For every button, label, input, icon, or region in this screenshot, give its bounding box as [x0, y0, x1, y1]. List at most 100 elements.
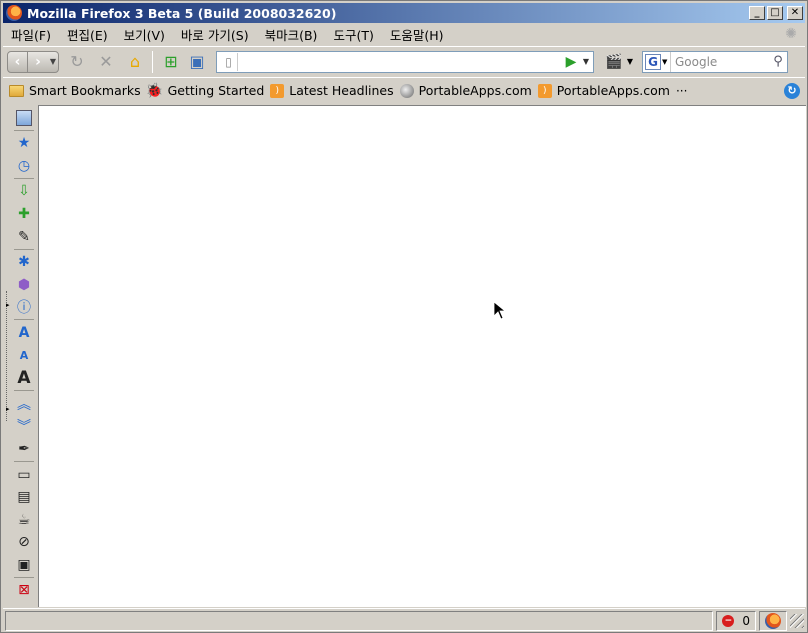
title-bar[interactable]: Mozilla Firefox 3 Beta 5 (Build 20080326…: [3, 3, 805, 23]
bookmarks-overflow-button[interactable]: ···: [676, 84, 687, 98]
page-icon[interactable]: ▯: [220, 52, 238, 71]
search-icon[interactable]: ⚲: [769, 54, 787, 69]
menu-help[interactable]: 도움말(H): [382, 25, 452, 44]
url-input[interactable]: [241, 52, 563, 71]
pen-button[interactable]: ✒: [14, 439, 34, 459]
toolbar-separator: [152, 50, 153, 73]
mouse-cursor-icon: [493, 301, 507, 320]
separator: [14, 576, 34, 578]
source-button[interactable]: ⬢: [14, 275, 34, 295]
new-tab-button[interactable]: ⊞: [160, 51, 182, 73]
card-button[interactable]: ▭: [14, 465, 34, 485]
history-dropdown-button[interactable]: ▼: [48, 57, 58, 66]
menu-edit[interactable]: 편집(E): [59, 25, 116, 44]
stop-icon: ✕: [99, 52, 113, 71]
cup-button[interactable]: ☕: [14, 510, 34, 530]
grip-line: [6, 291, 7, 421]
bookmark-portableapps-feed[interactable]: ) PortableApps.com: [537, 83, 670, 98]
compass-button[interactable]: ⊘: [14, 532, 34, 552]
go-icon[interactable]: ▶: [563, 54, 579, 70]
menu-file[interactable]: 파일(F): [3, 25, 59, 44]
text-larger-button[interactable]: A: [14, 323, 34, 343]
page-info-button[interactable]: [14, 108, 34, 128]
resize-grip[interactable]: [790, 613, 804, 628]
maximize-button[interactable]: □: [767, 6, 783, 20]
clock-icon: ◷: [17, 157, 31, 174]
url-dropdown-button[interactable]: ▼: [579, 57, 593, 66]
menu-bookmarks[interactable]: 북마크(B): [257, 25, 326, 44]
text-smaller-button[interactable]: A: [14, 346, 34, 366]
double-chevron-up-icon: ︽: [17, 396, 31, 413]
window-title: Mozilla Firefox 3 Beta 5 (Build 20080326…: [27, 5, 337, 21]
folder-icon: [9, 84, 24, 97]
url-bar: ▯ ▶ ▼: [216, 50, 594, 73]
cup-icon: ☕: [17, 511, 31, 528]
separator: [14, 319, 34, 321]
pencil-icon: ✎: [18, 228, 30, 245]
toolbar-grip[interactable]: ▸ ▸: [3, 105, 11, 607]
window-controls: _ □ ✕: [749, 6, 803, 20]
search-engine-button[interactable]: G ▼: [643, 51, 671, 72]
close-sidebar-button[interactable]: ⊠: [14, 580, 34, 600]
text-normal-button[interactable]: A: [14, 368, 34, 388]
refresh-icon[interactable]: ↻: [784, 82, 800, 99]
font-large-icon: A: [18, 324, 30, 341]
form-button[interactable]: ▤: [14, 487, 34, 507]
addons-button[interactable]: ✚: [14, 204, 34, 224]
info-button[interactable]: ⓘ: [14, 297, 34, 317]
menu-view[interactable]: 보기(V): [116, 25, 173, 44]
separator: [14, 460, 34, 462]
grip-arrow-icon: ▸: [6, 301, 10, 309]
reload-button[interactable]: ↻: [66, 51, 88, 73]
search-input[interactable]: [675, 52, 769, 71]
star-icon: ★: [17, 135, 31, 152]
google-icon: G: [645, 53, 661, 70]
separator: [14, 177, 34, 179]
screen-button[interactable]: ▣: [14, 555, 34, 575]
scroll-bottom-button[interactable]: ︾: [14, 416, 34, 436]
forward-arrow-icon: ›: [35, 53, 41, 70]
gear-icon: ✱: [18, 254, 30, 271]
bookmark-smart-bookmarks[interactable]: Smart Bookmarks: [9, 83, 141, 98]
browser-window: Mozilla Firefox 3 Beta 5 (Build 20080326…: [0, 0, 808, 633]
image-save-icon: ▣: [189, 52, 205, 71]
adblock-status[interactable]: − 0: [716, 610, 756, 631]
history-sidebar-button[interactable]: ◷: [14, 156, 34, 176]
close-button[interactable]: ✕: [787, 6, 803, 20]
back-button[interactable]: ‹: [8, 51, 28, 72]
reload-icon: ↻: [70, 52, 84, 71]
window-icon: [16, 109, 32, 126]
code-icon: ⬢: [17, 276, 31, 293]
forward-button[interactable]: ›: [28, 52, 48, 72]
home-button[interactable]: ⌂: [124, 51, 146, 73]
separator: [14, 248, 34, 250]
monitor-icon: ▣: [17, 556, 31, 573]
bookmark-latest-headlines[interactable]: ) Latest Headlines: [270, 83, 394, 98]
clapper-icon[interactable]: 🎬: [604, 54, 624, 70]
puzzle-icon: ✚: [18, 205, 30, 222]
bookmark-getting-started[interactable]: 🐞 Getting Started: [146, 83, 264, 99]
page-content[interactable]: [38, 105, 806, 607]
firefox-icon[interactable]: [6, 5, 22, 21]
dom-inspector-button[interactable]: ✱: [14, 252, 34, 272]
minimize-button[interactable]: _: [749, 6, 765, 20]
menu-tools[interactable]: 도구(T): [325, 25, 381, 44]
block-icon: −: [722, 614, 735, 627]
close-box-icon: ⊠: [18, 582, 30, 599]
stop-button[interactable]: ✕: [95, 51, 117, 73]
back-arrow-icon: ‹: [14, 53, 21, 70]
menu-go[interactable]: 바로 가기(S): [173, 25, 257, 44]
downloads-button[interactable]: ⇩: [14, 181, 34, 201]
screenshot-button[interactable]: ▣: [186, 51, 208, 73]
card-icon: ▭: [17, 466, 31, 483]
status-bar: − 0: [3, 608, 805, 632]
firefox-status-button[interactable]: [759, 610, 787, 631]
error-console-button[interactable]: ✎: [14, 227, 34, 247]
back-forward-group: ‹ › ▼: [7, 50, 59, 73]
bookmark-portableapps[interactable]: PortableApps.com: [399, 83, 532, 98]
scroll-top-button[interactable]: ︽: [14, 394, 34, 414]
bookmarks-sidebar-button[interactable]: ★: [14, 133, 34, 153]
clapper-dropdown-button[interactable]: ▼: [624, 57, 636, 66]
separator: [14, 129, 34, 131]
status-text: [5, 610, 714, 631]
